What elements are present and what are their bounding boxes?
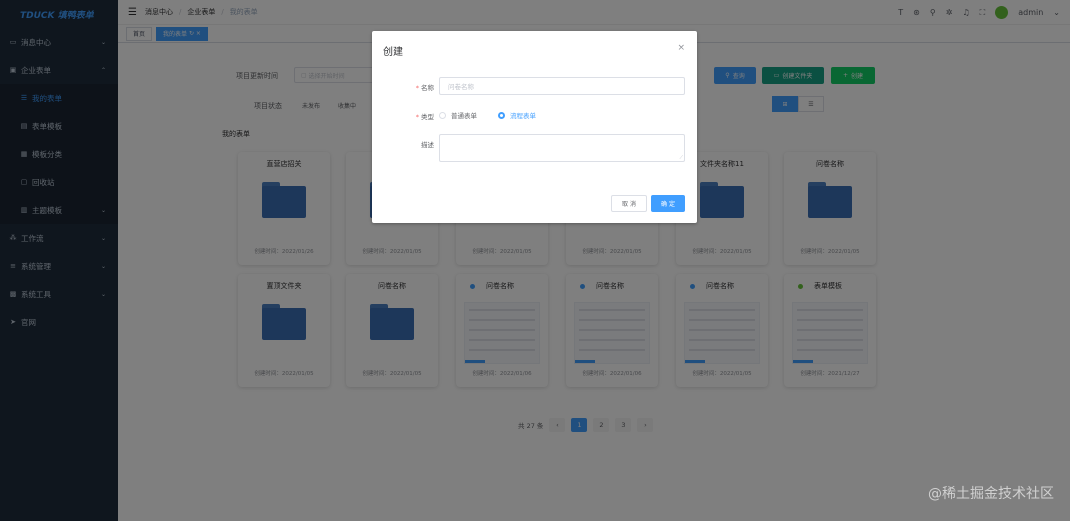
radio-circle xyxy=(498,111,505,119)
cancel-button[interactable]: 取 消 xyxy=(611,195,647,212)
watermark: @稀土掘金技术社区 xyxy=(928,486,1054,502)
radio-circle xyxy=(439,111,446,119)
desc-label: 描述 xyxy=(421,141,434,149)
create-dialog: 创建 × * 名称 问卷名称 * 类型 普通表单 流程表单 描述 ⟋ 取 消 确 定 xyxy=(372,31,697,223)
description-textarea[interactable]: ⟋ xyxy=(439,134,685,162)
radio-normal-form[interactable]: 普通表单 xyxy=(439,110,477,120)
resize-handle-icon[interactable]: ⟋ xyxy=(679,155,683,161)
confirm-button[interactable]: 确 定 xyxy=(651,195,685,212)
name-input[interactable]: 问卷名称 xyxy=(439,77,685,95)
close-icon[interactable]: × xyxy=(677,43,685,53)
type-label: * 类型 xyxy=(415,113,434,121)
name-label: * 名称 xyxy=(415,84,434,92)
dialog-title: 创建 xyxy=(383,47,403,58)
radio-flow-form[interactable]: 流程表单 xyxy=(498,110,536,120)
